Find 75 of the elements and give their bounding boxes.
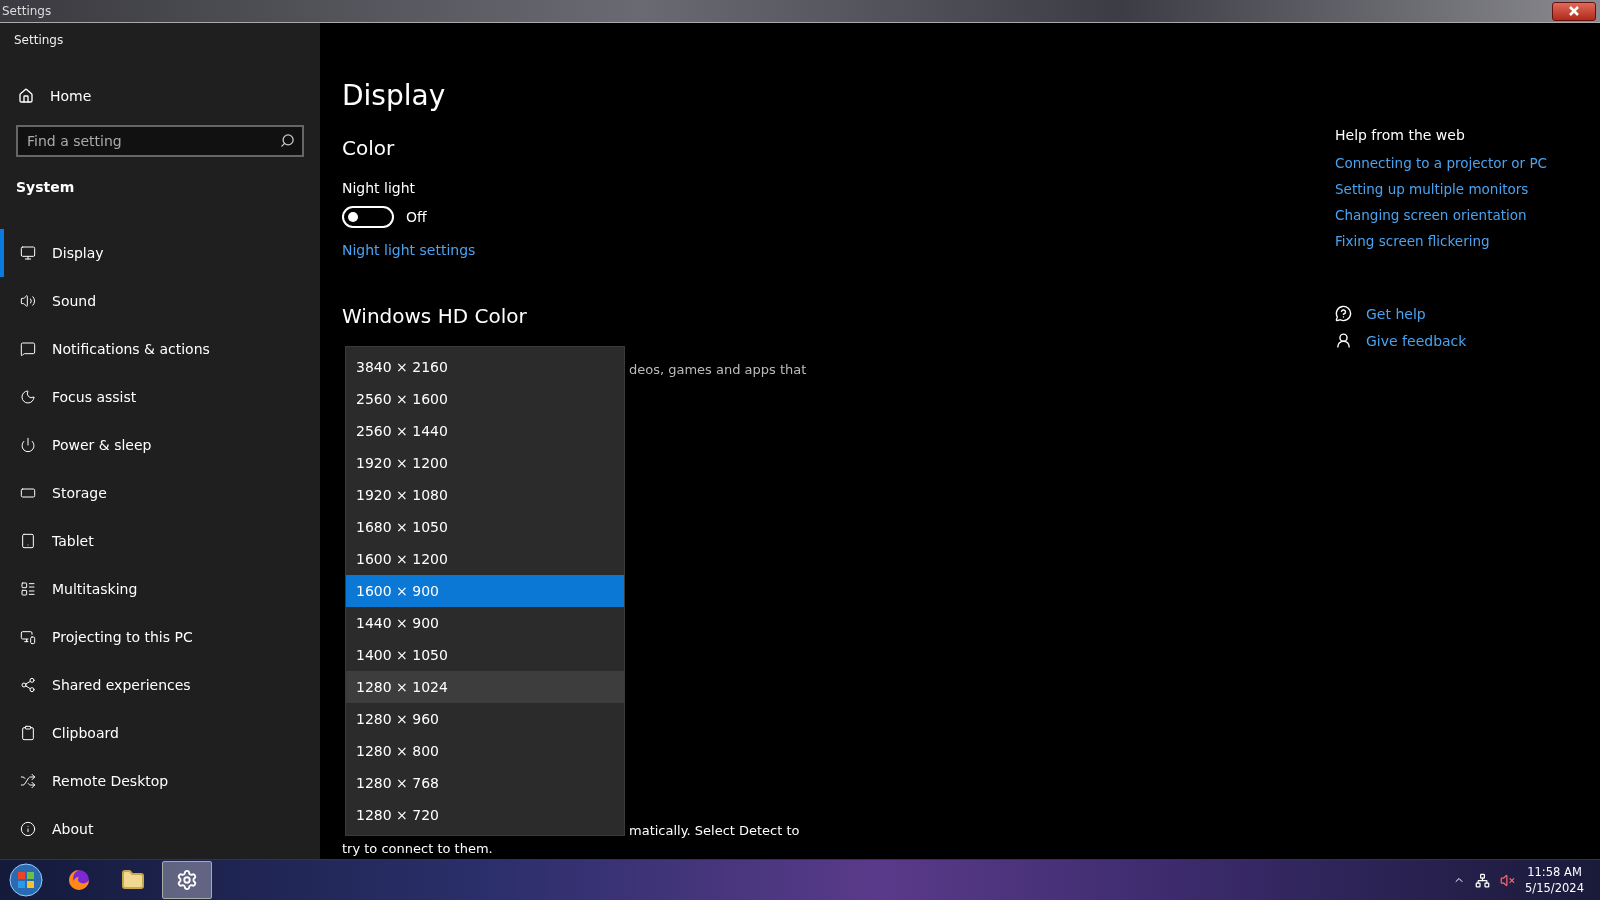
setting-label: Night light xyxy=(342,180,417,196)
resolution-option[interactable]: 1280 × 1024 xyxy=(346,671,624,703)
section-heading: Color xyxy=(342,136,396,160)
help-action-link[interactable]: Get help xyxy=(1366,305,1426,322)
app-title: Settings xyxy=(14,33,65,47)
projector-icon xyxy=(20,629,36,645)
resolution-option[interactable]: 2560 × 1440 xyxy=(346,415,624,447)
sidebar-item[interactable]: Multitasking xyxy=(0,565,319,613)
description-text: try to connect to them. xyxy=(342,840,494,858)
sidebar-item[interactable]: Sound xyxy=(0,277,319,325)
section-heading: System xyxy=(16,179,76,195)
info-icon xyxy=(20,821,36,837)
resolution-option[interactable]: 1920 × 1200 xyxy=(346,447,624,479)
toggle-switch[interactable] xyxy=(342,206,394,228)
home-icon xyxy=(18,88,34,104)
resolution-option[interactable]: 2560 × 1600 xyxy=(346,383,624,415)
power-icon xyxy=(20,437,36,453)
search-icon xyxy=(280,133,295,148)
resolution-option[interactable]: 3840 × 2160 xyxy=(346,351,624,383)
resolution-option[interactable]: 1280 × 720 xyxy=(346,799,624,831)
multitasking-icon xyxy=(20,581,36,597)
settings-link[interactable]: Night light settings xyxy=(342,242,1335,258)
search-field[interactable]: Find a setting xyxy=(16,125,304,157)
sidebar-item[interactable]: Shared experiences xyxy=(0,661,319,709)
resolution-option[interactable]: 1600 × 900 xyxy=(346,575,624,607)
section-heading: Windows HD Color xyxy=(342,304,528,328)
resolution-option[interactable]: 1280 × 800 xyxy=(346,735,624,767)
resolution-option[interactable]: 1280 × 960 xyxy=(346,703,624,735)
sidebar-item[interactable]: Remote Desktop xyxy=(0,757,319,805)
clock[interactable]: 11:58 AM 5/15/2024 xyxy=(1525,864,1584,896)
taskbar-app[interactable] xyxy=(162,861,212,899)
help-link[interactable]: Changing screen orientation xyxy=(1335,207,1600,223)
resolution-option[interactable]: 1920 × 1080 xyxy=(346,479,624,511)
globe-icon xyxy=(67,868,91,892)
close-icon xyxy=(1568,6,1580,16)
help-link[interactable]: Setting up multiple monitors xyxy=(1335,181,1600,197)
page-title: Display xyxy=(342,79,447,112)
resolution-option[interactable]: 1680 × 1050 xyxy=(346,511,624,543)
sidebar-item[interactable]: Tablet xyxy=(0,517,319,565)
resolution-option[interactable]: 1280 × 768 xyxy=(346,767,624,799)
tablet-icon xyxy=(20,533,36,549)
person-icon xyxy=(1335,332,1352,349)
clipboard-icon xyxy=(20,725,36,741)
network-icon[interactable] xyxy=(1475,872,1491,888)
help-heading: Help from the web xyxy=(1335,127,1466,143)
sidebar-item[interactable]: Storage xyxy=(0,469,319,517)
muted-speaker-icon[interactable] xyxy=(1500,872,1516,888)
sidebar-item[interactable]: Power & sleep xyxy=(0,421,319,469)
toggle-state: Off xyxy=(406,209,427,225)
monitor-icon xyxy=(20,245,36,261)
sidebar-item[interactable]: Focus assist xyxy=(0,373,319,421)
share-icon xyxy=(20,677,36,693)
help-link[interactable]: Connecting to a projector or PC xyxy=(1335,155,1600,171)
start-button[interactable] xyxy=(6,861,46,899)
close-button[interactable] xyxy=(1552,1,1596,21)
resolution-option[interactable]: 1440 × 900 xyxy=(346,607,624,639)
help-chat-icon xyxy=(1335,305,1352,322)
sidebar-item[interactable]: About xyxy=(0,805,319,853)
resolution-option[interactable]: 1600 × 1200 xyxy=(346,543,624,575)
home-nav-item[interactable]: Home xyxy=(18,85,320,107)
sidebar-item[interactable]: Notifications & actions xyxy=(0,325,319,373)
help-action-link[interactable]: Give feedback xyxy=(1366,332,1467,349)
moon-icon xyxy=(20,389,36,405)
speaker-icon xyxy=(20,293,36,309)
gear-icon xyxy=(176,869,198,891)
folder-icon xyxy=(121,868,145,892)
sidebar-item[interactable]: Display xyxy=(0,229,319,277)
sidebar-item[interactable]: Projecting to this PC xyxy=(0,613,319,661)
window-title: Settings xyxy=(1,4,52,18)
description-text: deos, games and apps that xyxy=(629,362,808,377)
message-icon xyxy=(20,341,36,357)
sidebar-item[interactable]: Clipboard xyxy=(0,709,319,757)
resolution-option[interactable]: 1400 × 1050 xyxy=(346,639,624,671)
help-link[interactable]: Fixing screen flickering xyxy=(1335,233,1600,249)
description-text: matically. Select Detect to xyxy=(629,822,800,840)
